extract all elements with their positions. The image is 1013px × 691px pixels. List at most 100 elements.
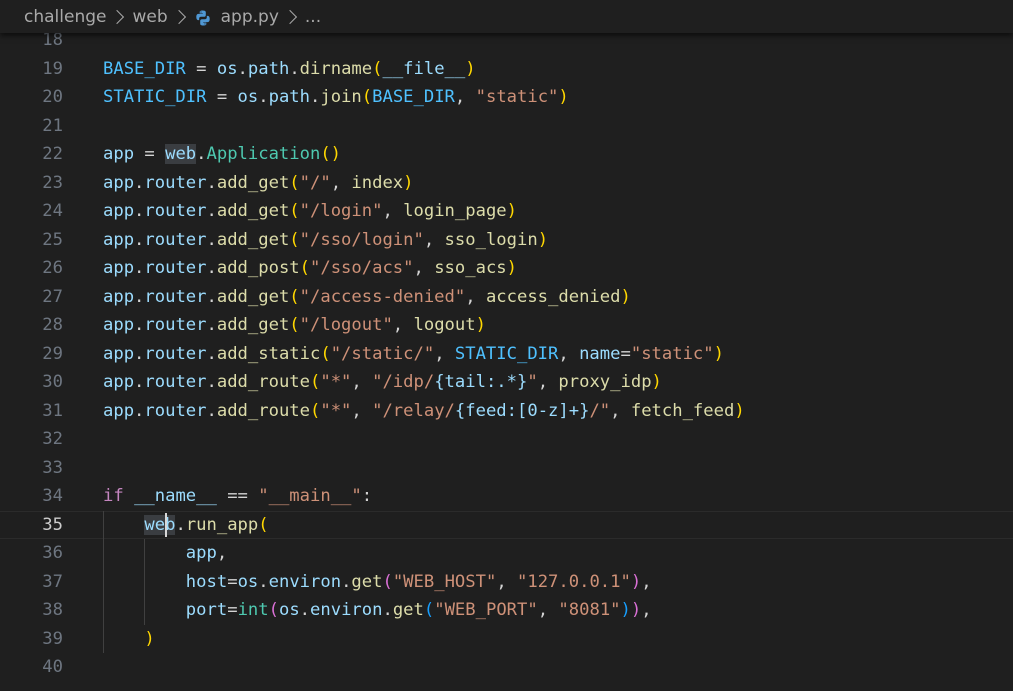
code-token: router — [144, 258, 207, 278]
code-token: . — [310, 87, 321, 107]
code-token: , — [537, 372, 559, 392]
line-number: 38 — [42, 600, 63, 620]
code-token: , — [465, 286, 486, 307]
line-number: 36 — [42, 543, 63, 563]
code-text: port=int(os.environ.get("WEB_PORT", "808… — [103, 596, 652, 625]
code-line[interactable]: 24 app.router.add_get("/login", login_pag… — [0, 197, 1013, 226]
code-token: app — [103, 172, 135, 193]
line-number: 27 — [42, 286, 63, 307]
code-text: app.router.add_get("/logout", logout) — [103, 311, 486, 340]
code-line[interactable]: 33 — [0, 454, 1013, 483]
code-token: . — [206, 229, 217, 250]
code-token: ) — [558, 87, 569, 107]
line-number: 20 — [42, 87, 63, 107]
code-token: . — [134, 172, 145, 193]
code-line[interactable]: 38 port=int(os.environ.get("WEB_PORT", "… — [0, 596, 1013, 625]
code-token: . — [206, 400, 217, 421]
code-token: "127.0.0.1" — [517, 571, 631, 592]
code-token: , — [330, 172, 352, 193]
code-token: . — [134, 258, 145, 278]
code-token: add_get — [216, 201, 290, 221]
breadcrumb-item-file[interactable]: app.py — [221, 7, 279, 27]
code-token: ( — [423, 600, 435, 620]
code-token: add_route — [216, 372, 310, 392]
line-number: 26 — [42, 258, 63, 278]
code-line[interactable]: 34 if __name__ == "__main__": — [0, 482, 1013, 511]
code-token: add_get — [216, 286, 290, 307]
code-line[interactable]: 20 STATIC_DIR = os.path.join(BASE_DIR, "s… — [0, 83, 1013, 112]
breadcrumb-item-web[interactable]: web — [132, 7, 167, 27]
code-token: . — [237, 58, 248, 79]
line-number: 39 — [42, 628, 63, 649]
code-line[interactable]: 19 BASE_DIR = os.path.dirname(__file__) — [0, 55, 1013, 84]
indent-guide — [103, 510, 104, 653]
code-token: . — [341, 571, 352, 592]
code-token: join — [320, 87, 362, 107]
breadcrumb-item-symbol[interactable]: ... — [305, 7, 321, 27]
code-token: "/relay/ — [372, 400, 455, 421]
code-token: web — [165, 144, 197, 164]
code-token: . — [134, 201, 145, 221]
code-token: = — [134, 144, 166, 164]
code-line[interactable]: 28 app.router.add_get("/logout", logout) — [0, 311, 1013, 340]
code-token: ( — [268, 600, 279, 620]
code-line[interactable]: 22 app = web.Application() — [0, 140, 1013, 169]
code-line[interactable]: 25 app.router.add_get("/sso/login", sso_l… — [0, 226, 1013, 255]
code-line[interactable]: 30 app.router.add_route("*", "/idp/{tail:… — [0, 368, 1013, 397]
code-area[interactable]: 18 19 BASE_DIR = os.path.dirname(__file__)… — [0, 28, 1013, 691]
code-token: app — [185, 543, 217, 563]
code-line[interactable]: 21 — [0, 112, 1013, 141]
line-number: 34 — [42, 486, 63, 506]
breadcrumb-item-challenge[interactable]: challenge — [24, 7, 106, 27]
code-token: app — [103, 372, 135, 392]
code-token: . — [134, 372, 145, 392]
code-token: . — [134, 315, 145, 335]
chevron-right-icon — [171, 9, 186, 24]
line-number: 37 — [42, 571, 63, 592]
code-token: add_get — [216, 172, 290, 193]
code-token: STATIC_DIR — [454, 343, 559, 364]
code-token: ( — [289, 172, 300, 193]
code-token: os — [216, 58, 238, 79]
code-token: . — [134, 286, 145, 307]
code-text: app = web.Application() — [103, 140, 341, 169]
code-line[interactable]: 32 — [0, 425, 1013, 454]
line-number: 30 — [42, 372, 63, 392]
line-number: 31 — [42, 400, 63, 421]
code-editor[interactable]: challenge web app.py ... 18 19 BASE_DIR = … — [0, 0, 1013, 691]
code-line[interactable]: 40 — [0, 653, 1013, 682]
line-number: 32 — [42, 429, 63, 449]
code-token: . — [299, 600, 311, 620]
code-line[interactable]: 36 app, — [0, 539, 1013, 568]
code-token: app — [103, 315, 135, 335]
code-token: Application — [206, 144, 321, 164]
code-token: app — [103, 229, 135, 250]
code-token: router — [144, 201, 207, 221]
code-token: "WEB_PORT" — [434, 600, 538, 620]
breadcrumb: challenge web app.py ... — [0, 0, 1013, 33]
code-line[interactable]: 39 ) — [0, 625, 1013, 654]
code-token: STATIC_DIR — [103, 87, 207, 107]
code-token: path — [268, 87, 310, 107]
code-token: index — [351, 172, 404, 193]
code-token: , — [641, 600, 652, 620]
code-line[interactable]: 31 app.router.add_route("*", "/relay/{fee… — [0, 397, 1013, 426]
code-line[interactable]: 26 app.router.add_post("/sso/acs", sso_ac… — [0, 254, 1013, 283]
code-token: , — [537, 600, 559, 620]
code-token: . — [134, 229, 145, 250]
code-line[interactable]: 29 app.router.add_static("/static/", STAT… — [0, 340, 1013, 369]
chevron-right-icon — [282, 9, 297, 24]
code-line[interactable]: 23 app.router.add_get("/", index) — [0, 169, 1013, 198]
code-token: router — [144, 372, 207, 392]
code-line[interactable]: 27 app.router.add_get("/access-denied", a… — [0, 283, 1013, 312]
code-line[interactable]: 37 host=os.environ.get("WEB_HOST", "127.… — [0, 568, 1013, 597]
code-token: "8081" — [558, 600, 621, 620]
code-token: ) — [630, 600, 642, 620]
code-token: access_denied — [485, 286, 621, 307]
code-token: , — [413, 258, 435, 278]
code-token: app — [103, 286, 135, 307]
code-token: "/login" — [299, 201, 383, 221]
code-token: run_app — [185, 514, 259, 535]
code-line[interactable]: 35 web.run_app( — [0, 510, 1013, 539]
